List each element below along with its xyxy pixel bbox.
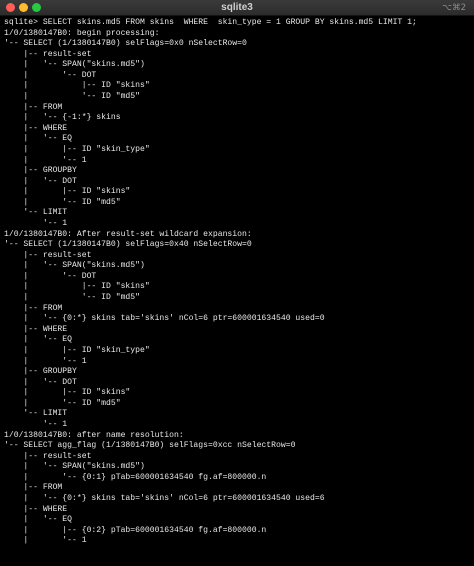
terminal-line: |-- FROM	[4, 303, 63, 313]
terminal-line: | '-- EQ	[4, 134, 72, 144]
terminal-line: | |-- ID "skins"	[4, 81, 150, 91]
terminal-line: '-- LIMIT	[4, 208, 68, 218]
title-bar[interactable]: sqlite3 ⌥⌘2	[0, 0, 474, 16]
terminal-line: | '-- SPAN("skins.md5")	[4, 462, 145, 472]
terminal-line: | |-- ID "skins"	[4, 388, 131, 398]
terminal-line: | '-- {-1:*} skins	[4, 113, 121, 123]
terminal-line: |-- result-set	[4, 49, 92, 59]
terminal-line: | '-- {0:*} skins tab='skins' nCol=6 ptr…	[4, 494, 325, 504]
terminal-line: '-- 1	[4, 218, 68, 228]
terminal-line: | '-- ID "md5"	[4, 92, 140, 102]
terminal-line: |-- WHERE	[4, 504, 68, 514]
terminal-line: |-- WHERE	[4, 123, 68, 133]
terminal-line: |-- WHERE	[4, 324, 68, 334]
terminal-line: | '-- {0:*} skins tab='skins' nCol=6 ptr…	[4, 314, 325, 324]
terminal-line: 1/0/1380147B0: after name resolution:	[4, 430, 184, 440]
terminal-line: | '-- DOT	[4, 271, 97, 281]
terminal-line: '-- 1	[4, 419, 68, 429]
terminal-line: sqlite> SELECT skins.md5 FROM skins WHER…	[4, 18, 417, 27]
terminal-line: | '-- 1	[4, 536, 87, 546]
terminal-line: |-- GROUPBY	[4, 367, 77, 377]
terminal-line: | '-- EQ	[4, 515, 72, 525]
terminal-line: |-- FROM	[4, 483, 63, 493]
terminal-line: | '-- DOT	[4, 176, 77, 186]
terminal-line: | '-- ID "md5"	[4, 398, 121, 408]
terminal-line: | '-- ID "md5"	[4, 197, 121, 207]
terminal-line: '-- SELECT agg_flag (1/1380147B0) selFla…	[4, 441, 296, 451]
terminal-line: |-- FROM	[4, 102, 63, 112]
terminal-line: | |-- ID "skin_type"	[4, 345, 150, 355]
terminal-window: sqlite3 ⌥⌘2 sqlite> SELECT skins.md5 FRO…	[0, 0, 474, 566]
terminal-line: | '-- EQ	[4, 335, 72, 345]
terminal-line: | '-- SPAN("skins.md5")	[4, 261, 145, 271]
terminal-line: | '-- {0:1} pTab=600001634540 fg.af=8000…	[4, 472, 267, 482]
terminal-line: 1/0/1380147B0: After result-set wildcard…	[4, 229, 252, 239]
terminal-line: |-- result-set	[4, 451, 92, 461]
terminal-line: |-- result-set	[4, 250, 92, 260]
terminal-line: 1/0/1380147B0: begin processing:	[4, 28, 160, 38]
terminal-line: | '-- SPAN("skins.md5")	[4, 60, 145, 70]
window-shortcut-label: ⌥⌘2	[442, 3, 466, 13]
terminal-line: | '-- DOT	[4, 377, 77, 387]
terminal-output[interactable]: sqlite> SELECT skins.md5 FROM skins WHER…	[4, 18, 472, 566]
terminal-line: | |-- ID "skins"	[4, 282, 150, 292]
terminal-line: '-- LIMIT	[4, 409, 68, 419]
terminal-line: | '-- 1	[4, 155, 87, 165]
terminal-line: | |-- ID "skin_type"	[4, 144, 150, 154]
window-title: sqlite3	[221, 2, 253, 13]
terminal-line: '-- SELECT (1/1380147B0) selFlags=0x40 n…	[4, 240, 252, 250]
terminal-line: | '-- 1	[4, 356, 87, 366]
terminal-line: | '-- DOT	[4, 70, 97, 80]
terminal-line: '-- SELECT (1/1380147B0) selFlags=0x0 nS…	[4, 39, 247, 49]
terminal-line: | '-- ID "md5"	[4, 293, 140, 303]
terminal-line: | |-- {0:2} pTab=600001634540 fg.af=8000…	[4, 525, 267, 535]
terminal-line: |-- GROUPBY	[4, 166, 77, 176]
terminal-line: | |-- ID "skins"	[4, 187, 131, 197]
